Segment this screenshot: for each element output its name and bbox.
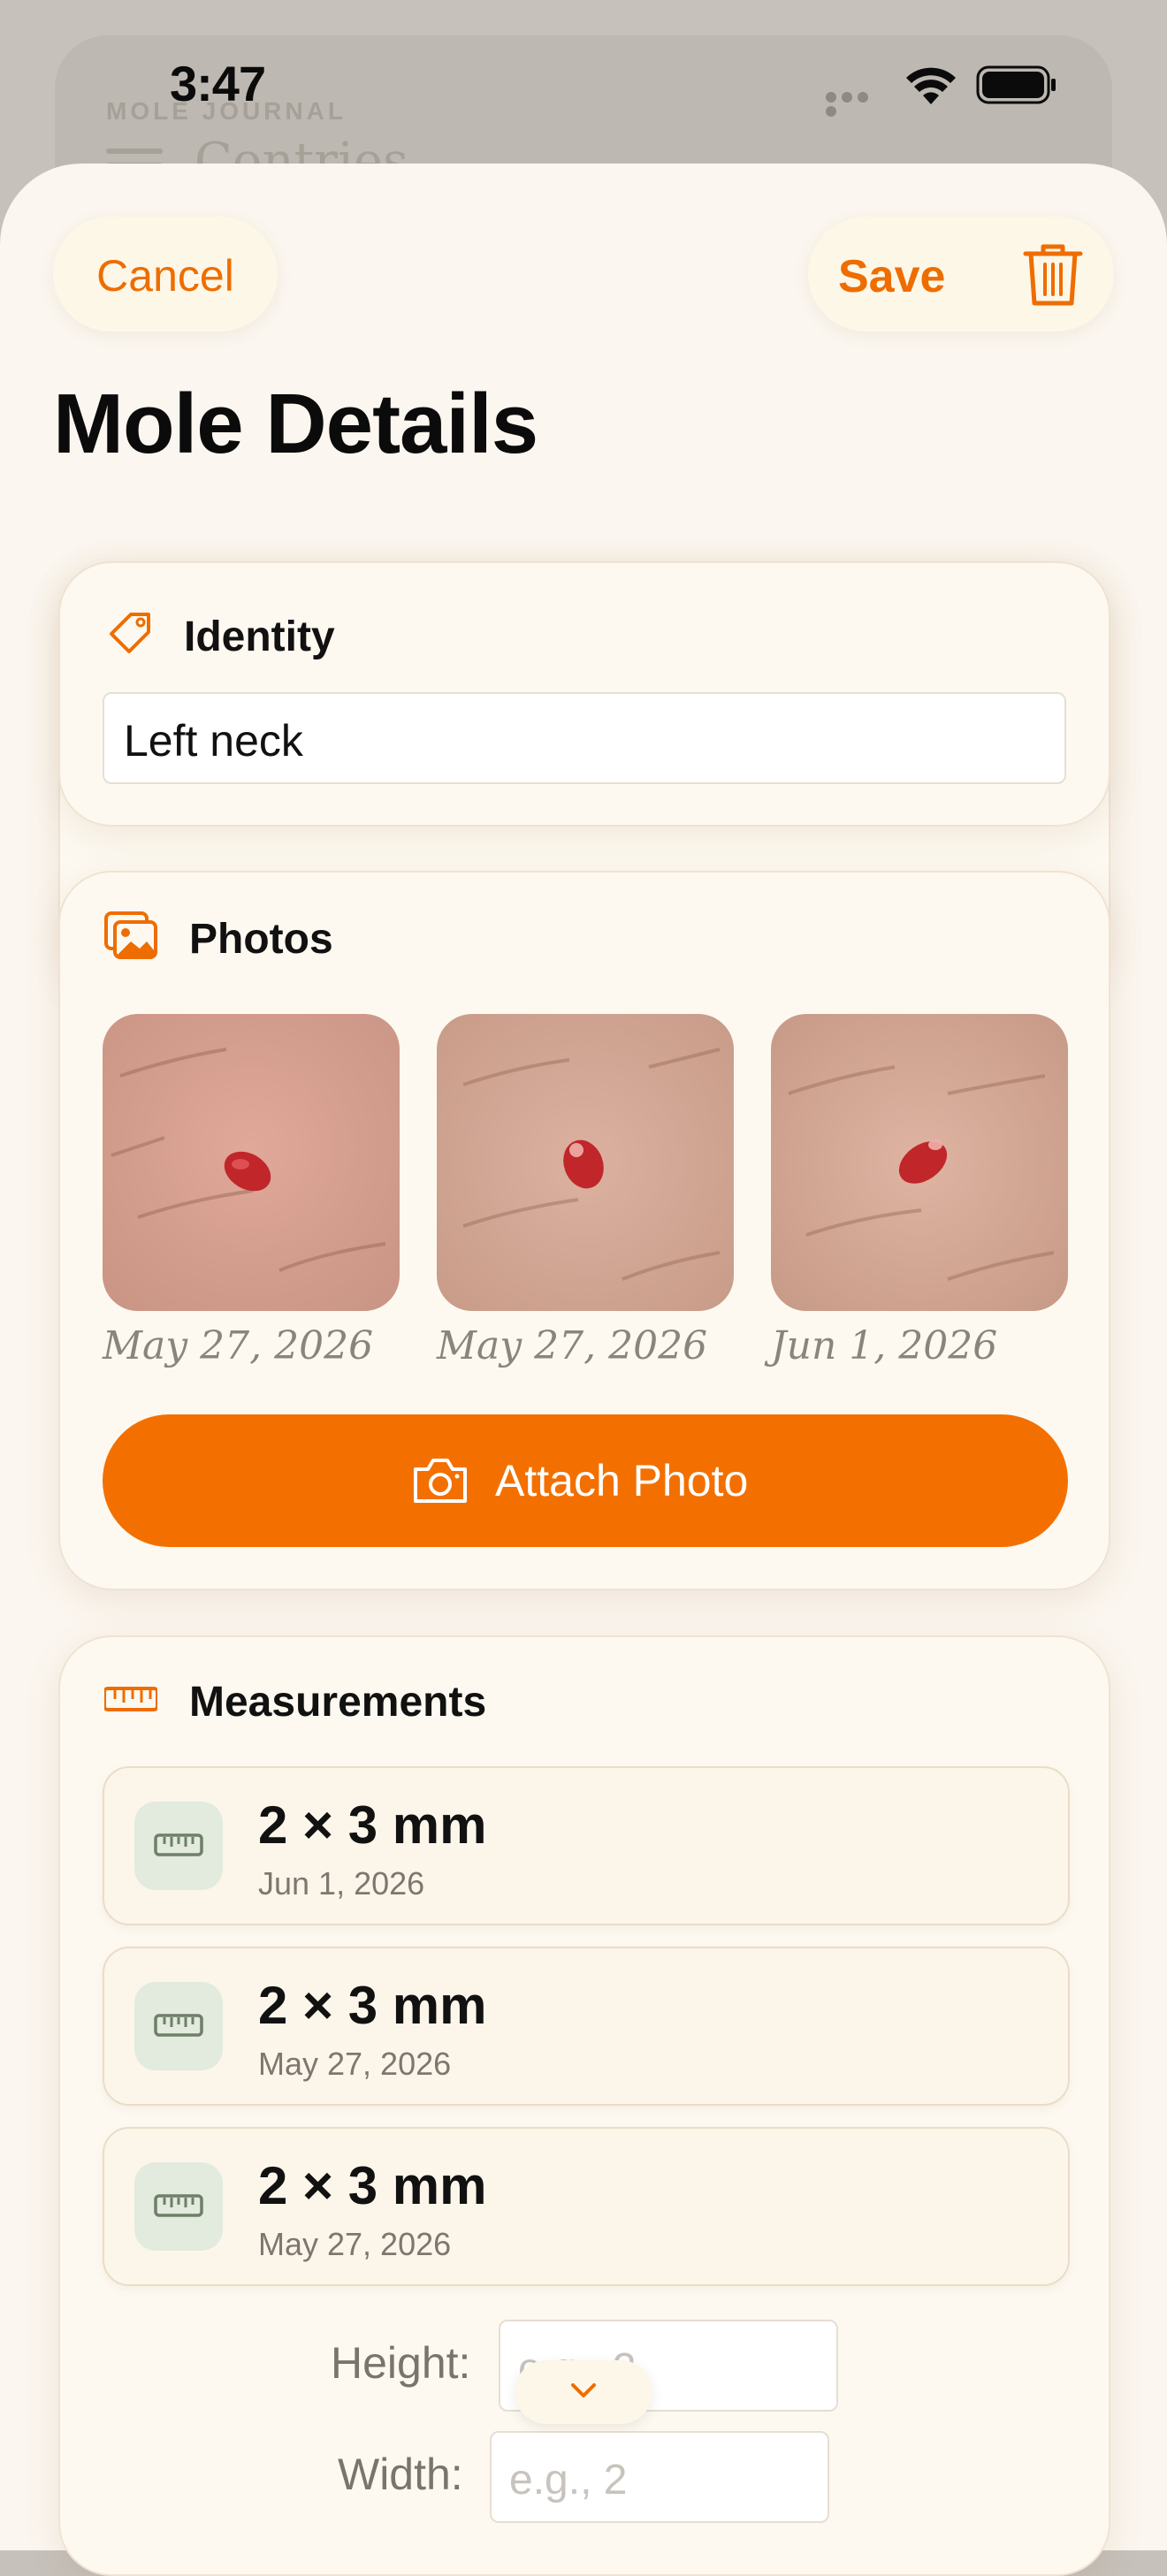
status-bar: 3:47 — [0, 0, 1167, 168]
cancel-button[interactable]: Cancel — [53, 217, 278, 332]
photos-heading: Photos — [189, 916, 333, 963]
photo-date-3: Jun 1, 2026 — [771, 1323, 998, 1368]
ruler-icon — [104, 1687, 157, 1711]
identity-heading: Identity — [184, 614, 335, 660]
wifi-icon — [906, 67, 956, 104]
measurement-row[interactable]: 2 × 3 mm Jun 1, 2026 — [103, 1766, 1070, 1925]
height-label: Height: — [331, 2338, 471, 2388]
trash-icon[interactable] — [1022, 241, 1084, 309]
measurement-tile — [134, 1982, 223, 2070]
width-placeholder: e.g., 2 — [509, 2457, 628, 2504]
measurements-heading: Measurements — [189, 1679, 487, 1726]
photo-date-2: May 27, 2026 — [437, 1323, 708, 1368]
status-time: 3:47 — [170, 56, 266, 111]
page-title: Mole Details — [53, 377, 538, 471]
battery-icon — [976, 65, 1056, 104]
width-label: Width: — [338, 2450, 463, 2499]
attach-photo-button[interactable]: Attach Photo — [103, 1414, 1068, 1547]
mole-photo-3[interactable] — [771, 1014, 1068, 1311]
measurement-value: 2 × 3 mm — [258, 1976, 487, 2035]
mole-name-field[interactable]: Left neck — [103, 692, 1066, 784]
mole-name-value: Left neck — [124, 716, 303, 766]
measurement-row[interactable]: 2 × 3 mm May 27, 2026 — [103, 1947, 1070, 2106]
measurement-value: 2 × 3 mm — [258, 1795, 487, 1855]
measurement-row[interactable]: 2 × 3 mm May 27, 2026 — [103, 2127, 1070, 2286]
tag-icon — [110, 613, 150, 653]
measurement-value: 2 × 3 mm — [258, 2156, 487, 2215]
save-delete-group: Save — [808, 217, 1114, 332]
photos-icon — [104, 911, 157, 959]
mole-photo-1[interactable] — [103, 1014, 400, 1311]
measurement-tile — [134, 1802, 223, 1890]
measurement-date: Jun 1, 2026 — [258, 1865, 425, 1902]
measurement-date: May 27, 2026 — [258, 2046, 452, 2082]
measurement-date: May 27, 2026 — [258, 2226, 452, 2262]
cancel-label: Cancel — [96, 251, 234, 301]
ruler-icon — [154, 2194, 203, 2217]
camera-icon — [414, 1459, 467, 1503]
photo-date-1: May 27, 2026 — [103, 1323, 374, 1368]
attach-photo-label: Attach Photo — [495, 1456, 749, 1505]
chevron-down-icon — [571, 2383, 596, 2397]
measurement-tile — [134, 2162, 223, 2251]
width-input[interactable]: e.g., 2 — [490, 2431, 829, 2523]
cellular-signal-icon — [826, 88, 888, 117]
mole-photo-2[interactable] — [437, 1014, 734, 1311]
save-button[interactable]: Save — [838, 250, 945, 303]
photos-card: Photos May 27, 2026 May 27, 2026 Jun 1, … — [58, 871, 1110, 1590]
identity-card: Identity Left neck — [58, 561, 1110, 827]
collapse-keyboard-button[interactable] — [515, 2360, 652, 2424]
measurements-card: Measurements 2 × 3 mm Jun 1, 2026 2 × 3 … — [58, 1635, 1110, 2576]
ruler-icon — [154, 2014, 203, 2037]
ruler-icon — [154, 1833, 203, 1856]
